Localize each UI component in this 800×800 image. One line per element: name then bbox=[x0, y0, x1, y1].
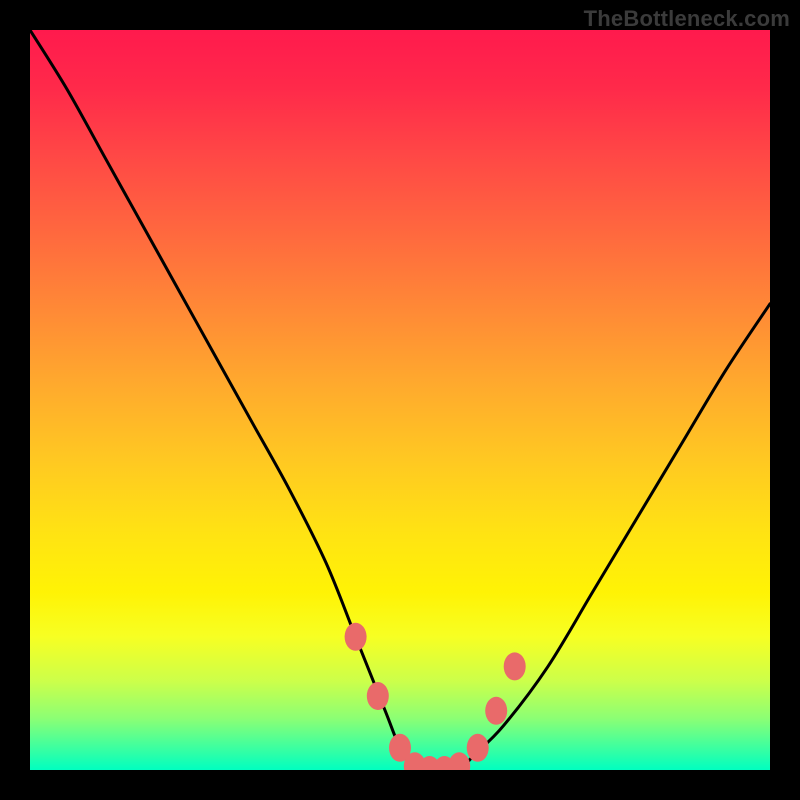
plot-area bbox=[30, 30, 770, 770]
curve-marker bbox=[485, 697, 507, 725]
chart-frame: TheBottleneck.com bbox=[0, 0, 800, 800]
curve-marker bbox=[467, 734, 489, 762]
curve-marker bbox=[345, 623, 367, 651]
curve-marker bbox=[367, 682, 389, 710]
watermark-text: TheBottleneck.com bbox=[584, 6, 790, 32]
curve-markers bbox=[345, 623, 526, 770]
curve-marker bbox=[504, 652, 526, 680]
bottleneck-curve bbox=[30, 30, 770, 770]
chart-svg bbox=[30, 30, 770, 770]
curve-marker bbox=[448, 752, 470, 770]
